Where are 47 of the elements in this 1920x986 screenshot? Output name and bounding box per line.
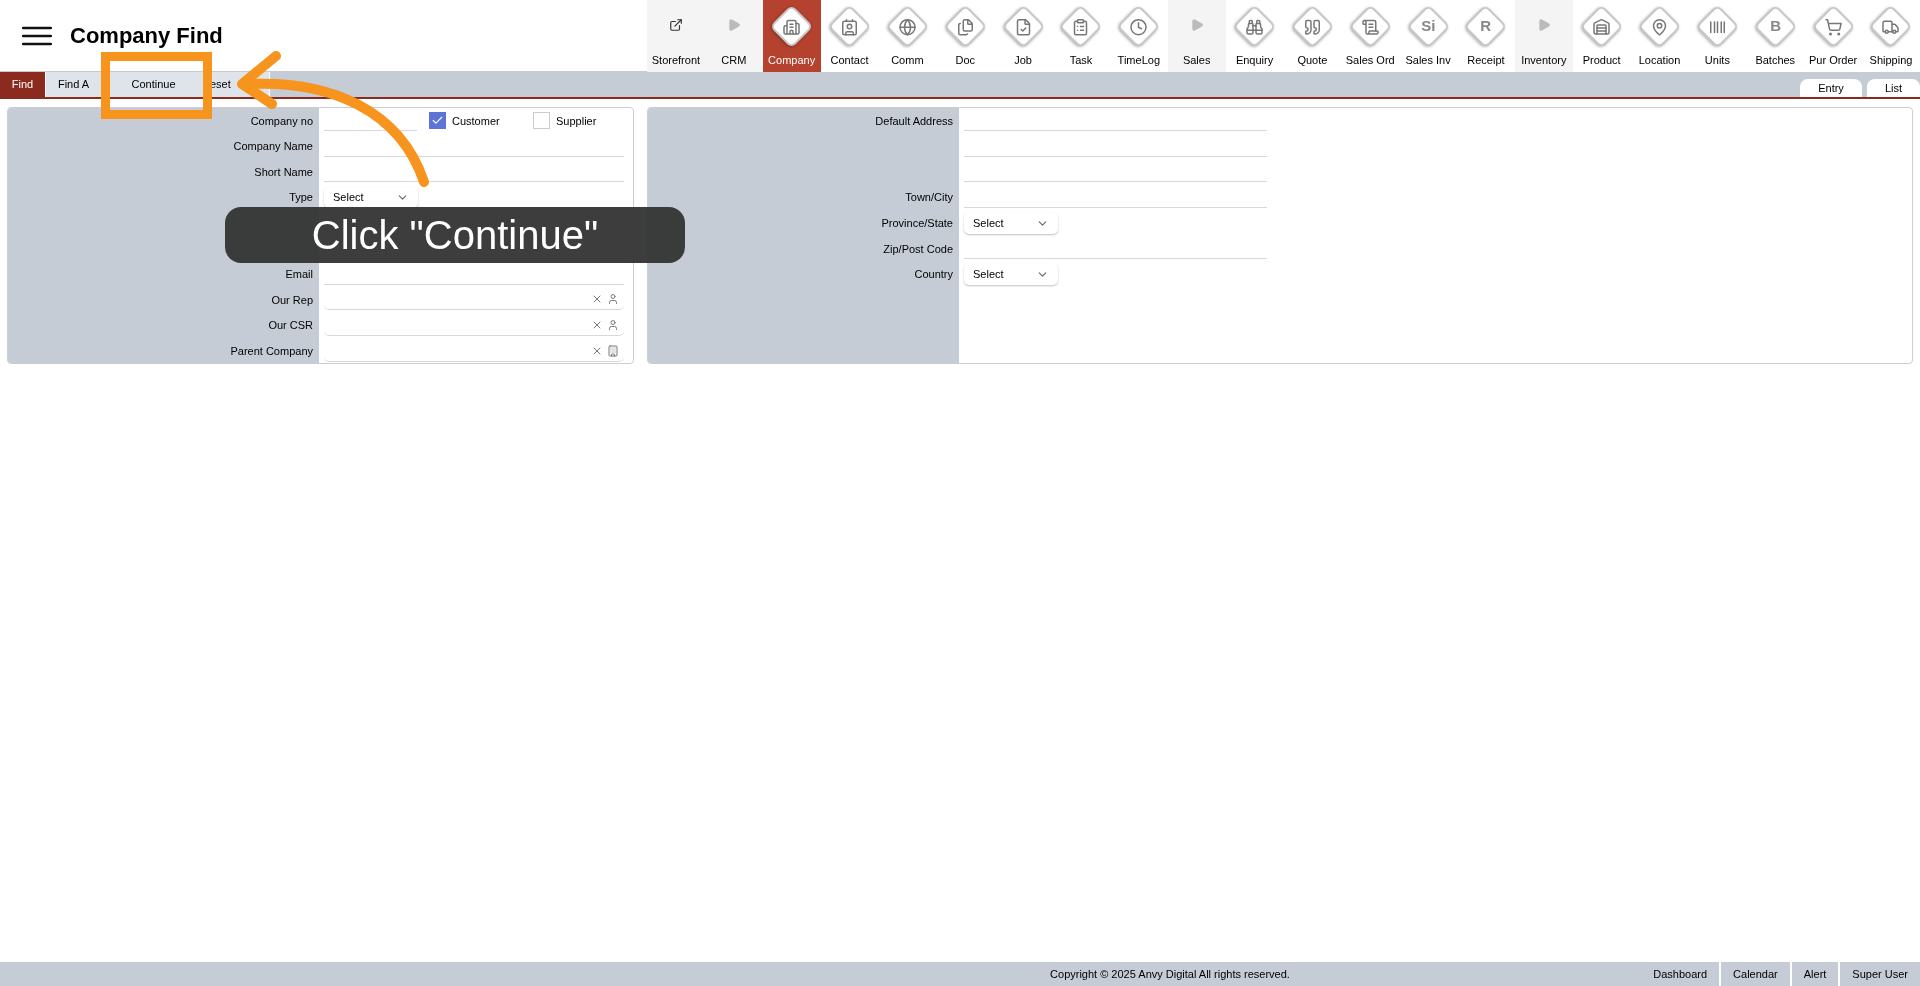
page-title: Company Find: [70, 22, 223, 50]
checkbox-label: Supplier: [556, 113, 597, 129]
select-dropdown[interactable]: Select: [964, 212, 1058, 234]
instruction-tooltip: Click "Continue": [225, 207, 685, 263]
footer-link[interactable]: Alert: [1789, 962, 1839, 986]
icon-letter: R: [1480, 15, 1492, 36]
nav-item[interactable]: Storefront: [647, 0, 705, 72]
triangle-icon: [1536, 17, 1551, 33]
copyright-text: Copyright © 2025 Anvy Digital All rights reserved.: [1050, 966, 1290, 982]
select-dropdown[interactable]: Select: [324, 187, 418, 209]
footer-link[interactable]: Dashboard: [1641, 962, 1720, 986]
nav-item[interactable]: Inventory: [1514, 0, 1573, 72]
nav-item[interactable]: CRM: [704, 0, 763, 72]
field-label: Parent Company: [230, 343, 313, 359]
field-label: Short Name: [254, 164, 313, 180]
field-label: Email: [285, 267, 313, 283]
footer-link[interactable]: Calendar: [1719, 962, 1790, 986]
checkbox-label: Customer: [452, 113, 500, 129]
field-label: Type: [289, 190, 313, 206]
field-label: Country: [914, 267, 953, 283]
field-label: Province/State: [881, 215, 953, 231]
menu-icon[interactable]: [22, 25, 52, 46]
toolbar-tab[interactable]: Find: [0, 72, 46, 97]
person-icon[interactable]: [607, 293, 619, 306]
view-tab[interactable]: Entry: [1800, 79, 1862, 97]
building-icon[interactable]: [607, 344, 619, 357]
person-icon[interactable]: [607, 319, 619, 332]
icon-letter: B: [1769, 15, 1781, 36]
toolbar-tab[interactable]: Find A: [46, 72, 102, 97]
field-label: Company Name: [233, 139, 313, 155]
triangle-icon: [1189, 17, 1204, 33]
external-link-icon: [668, 18, 683, 32]
triangle-icon: [726, 17, 741, 33]
field-label: Our Rep: [271, 292, 313, 308]
icon-letter: Si: [1421, 15, 1436, 36]
nav-item[interactable]: Company: [762, 0, 821, 72]
field-label: Our CSR: [268, 318, 313, 334]
field-label: Town/City: [905, 190, 953, 206]
field-label: Zip/Post Code: [883, 241, 953, 257]
select-dropdown[interactable]: Select: [964, 263, 1058, 285]
checkbox[interactable]: [533, 112, 550, 130]
nav-item[interactable]: Sales: [1167, 0, 1226, 72]
view-tab[interactable]: List: [1866, 79, 1920, 97]
footer-link[interactable]: Super User: [1838, 962, 1920, 986]
field-label: Default Address: [875, 113, 953, 129]
checkbox[interactable]: [429, 112, 446, 130]
field-label: Company no: [250, 113, 313, 129]
